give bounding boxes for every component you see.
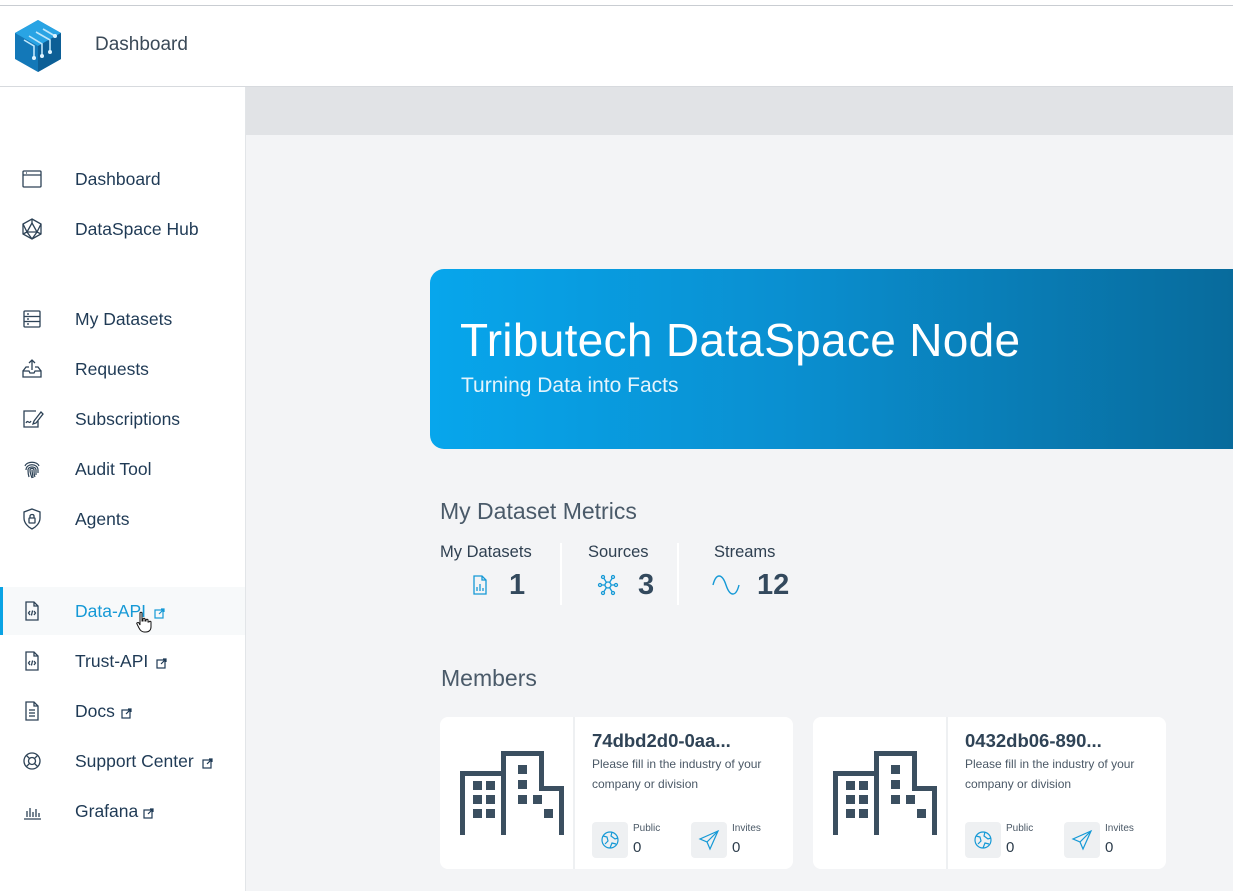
card-divider: [573, 717, 575, 869]
invites-value: 0: [732, 839, 741, 856]
sine-wave-icon: [712, 573, 740, 597]
metric-value: 3: [638, 569, 655, 601]
member-card[interactable]: 74dbd2d0-0aa... Please fill in the indus…: [440, 717, 793, 869]
app-logo-icon[interactable]: [12, 18, 64, 74]
sidebar-item-label: Docs: [75, 700, 115, 721]
sidebar-item-agents[interactable]: Agents: [0, 495, 245, 543]
building-icon: [833, 751, 937, 835]
header-title: Dashboard: [95, 34, 188, 55]
public-label: Public: [633, 823, 661, 834]
code-file-icon: [20, 599, 44, 623]
sidebar-item-dataspace-hub[interactable]: DataSpace Hub: [0, 205, 245, 253]
sidebar-item-label: Support Center: [75, 750, 194, 771]
inbox-upload-icon: [20, 357, 44, 381]
sidebar-item-docs[interactable]: Docs: [0, 687, 245, 735]
member-name: 0432db06-890...: [965, 730, 1102, 751]
window-icon: [20, 167, 44, 191]
member-description: Please fill in the industry of your comp…: [592, 757, 762, 791]
sidebar-item-requests[interactable]: Requests: [0, 345, 245, 393]
members-section-title: Members: [441, 665, 537, 691]
external-link-icon: [154, 606, 165, 619]
globe-icon: [592, 822, 628, 858]
sidebar-item-label: Audit Tool: [75, 458, 152, 479]
content-top-bar: [246, 87, 1233, 135]
metric-divider: [677, 543, 679, 605]
sidebar-item-label: Subscriptions: [75, 408, 181, 429]
invites-label: Invites: [732, 823, 761, 834]
paper-plane-icon: [1064, 822, 1100, 858]
invites-value: 0: [1105, 839, 1114, 856]
metric-sources[interactable]: Sources 3: [588, 543, 654, 601]
member-name: 74dbd2d0-0aa...: [592, 730, 731, 751]
polyhedron-icon: [20, 217, 44, 241]
metric-label: Sources: [588, 543, 649, 561]
globe-icon: [965, 822, 1001, 858]
paper-plane-icon: [691, 822, 727, 858]
sidebar-item-grafana[interactable]: Grafana: [0, 787, 245, 835]
sidebar-item-label: Grafana: [75, 800, 139, 821]
fingerprint-icon: [20, 457, 44, 481]
public-value: 0: [1006, 839, 1015, 856]
sidebar-item-label: Agents: [75, 508, 130, 529]
sidebar-item-label: Dashboard: [75, 168, 161, 189]
network-nodes-icon: [596, 573, 620, 597]
metric-value: 1: [509, 569, 526, 601]
sidebar-item-label: My Datasets: [75, 308, 173, 329]
sidebar-item-label: Trust-API: [75, 650, 149, 671]
hero-subtitle: Turning Data into Facts: [461, 374, 679, 397]
sidebar-item-dashboard[interactable]: Dashboard: [0, 155, 245, 203]
external-link-icon: [143, 806, 154, 819]
public-label: Public: [1006, 823, 1034, 834]
server-stack-icon: [20, 307, 44, 331]
member-card[interactable]: 0432db06-890... Please fill in the indus…: [813, 717, 1166, 869]
shield-lock-icon: [20, 507, 44, 531]
top-header: Dashboard: [0, 6, 1233, 87]
document-icon: [20, 699, 44, 723]
building-icon: [460, 751, 564, 835]
code-file-icon: [20, 649, 44, 673]
sidebar-item-trust-api[interactable]: Trust-API: [0, 637, 245, 685]
metric-label: Streams: [714, 543, 776, 561]
signature-document-icon: [20, 407, 44, 431]
sidebar-item-subscriptions[interactable]: Subscriptions: [0, 395, 245, 443]
metrics-section-title: My Dataset Metrics: [440, 498, 637, 524]
member-description: Please fill in the industry of your comp…: [965, 757, 1135, 791]
card-divider: [946, 717, 948, 869]
sidebar-item-audit-tool[interactable]: Audit Tool: [0, 445, 245, 493]
lifebuoy-icon: [20, 749, 44, 773]
metric-divider: [560, 543, 562, 605]
hero-title: Tributech DataSpace Node: [460, 314, 1021, 366]
metric-label: My Datasets: [440, 543, 532, 561]
sidebar-item-label: DataSpace Hub: [75, 218, 199, 239]
external-link-icon: [121, 706, 132, 719]
metric-my-datasets[interactable]: My Datasets 1: [440, 543, 532, 601]
sidebar-item-my-datasets[interactable]: My Datasets: [0, 295, 245, 343]
metric-streams[interactable]: Streams 12: [712, 543, 789, 601]
sidebar-item-support-center[interactable]: Support Center: [0, 737, 245, 785]
sidebar-item-label: Requests: [75, 358, 149, 379]
mouse-pointer-icon: [134, 611, 154, 633]
chart-file-icon: [468, 573, 492, 597]
hero-banner: Tributech DataSpace Node Turning Data in…: [430, 269, 1233, 449]
sidebar-item-data-api[interactable]: Data-API: [0, 587, 245, 635]
public-value: 0: [633, 839, 642, 856]
external-link-icon: [156, 656, 167, 669]
invites-label: Invites: [1105, 823, 1134, 834]
external-link-icon: [202, 756, 213, 769]
metric-value: 12: [757, 569, 790, 601]
bar-chart-icon: [20, 799, 44, 823]
